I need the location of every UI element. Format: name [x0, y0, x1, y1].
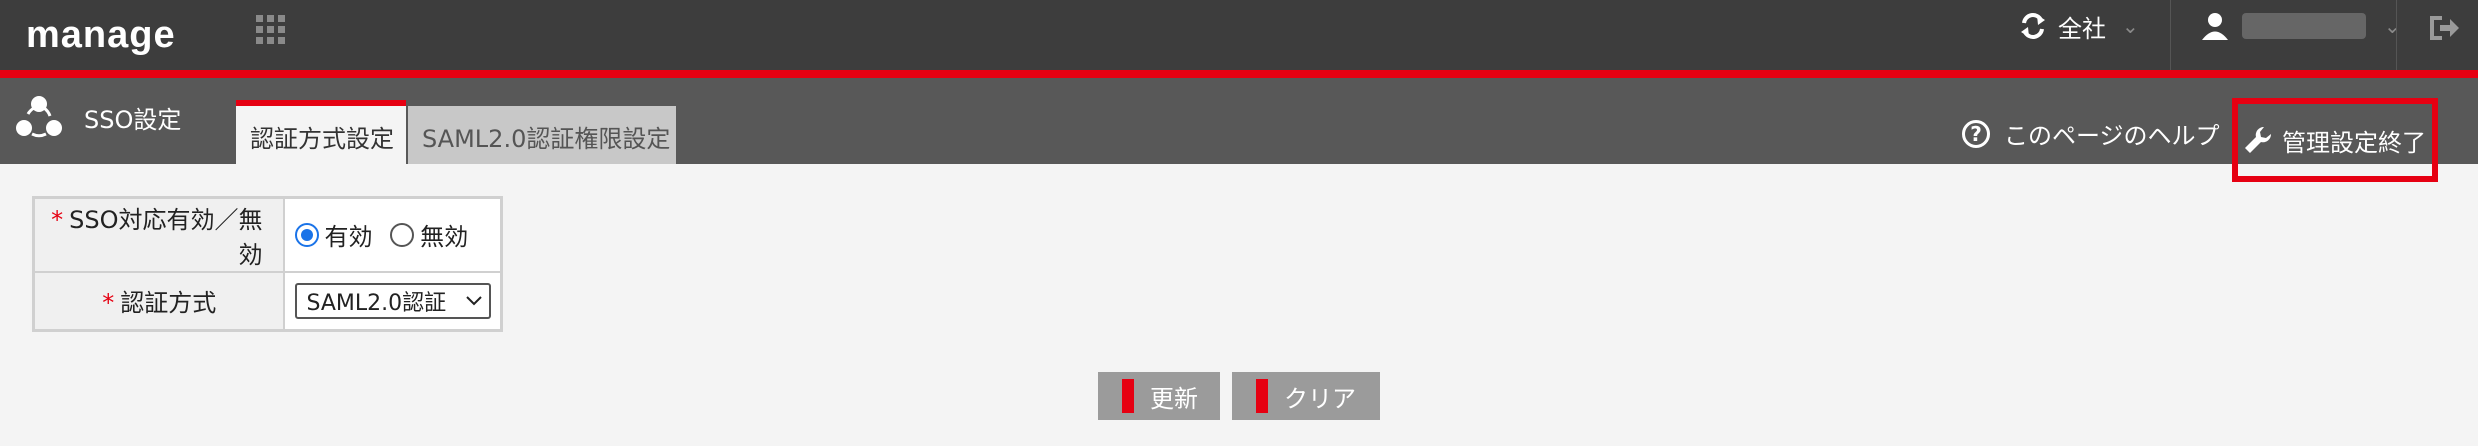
auth-method-select[interactable]: SAML2.0認証: [294, 282, 491, 319]
sso-enabled-label: SSO対応有効／無効: [69, 206, 263, 269]
sso-enabled-radio-group: 有効 無効: [282, 196, 503, 273]
chevron-down-icon: ⌄: [2122, 14, 2139, 38]
form-row-auth-method: * 認証方式 SAML2.0認証: [32, 271, 503, 331]
field-label: * SSO対応有効／無効: [32, 196, 285, 273]
chevron-down-icon: ⌄: [2384, 14, 2401, 38]
sso-share-icon: [16, 96, 62, 138]
apps-grid-icon[interactable]: [256, 15, 286, 45]
app-logo[interactable]: manage: [26, 8, 176, 62]
chevron-down-icon: [465, 296, 482, 306]
logout-icon[interactable]: [2426, 10, 2462, 46]
admin-settings-end-button[interactable]: 管理設定終了: [2232, 98, 2438, 182]
radio-label: 無効: [420, 223, 469, 252]
header-divider: [2396, 0, 2397, 70]
help-link[interactable]: ? このページのヘルプ: [1962, 116, 2220, 151]
required-mark: *: [51, 206, 64, 234]
header-accent-line: [0, 70, 2478, 78]
company-switcher[interactable]: 全社 ⌄: [2018, 6, 2139, 46]
auth-method-cell: SAML2.0認証: [282, 271, 503, 331]
radio-disabled[interactable]: 無効: [390, 217, 468, 252]
help-icon: ?: [1962, 119, 1990, 148]
update-label: 更新: [1150, 384, 1198, 413]
update-button[interactable]: 更新: [1098, 372, 1220, 420]
button-accent-mark: [1122, 379, 1134, 413]
admin-end-label: 管理設定終了: [2282, 128, 2426, 157]
button-accent-mark: [1256, 379, 1268, 413]
wrench-icon: [2245, 126, 2272, 153]
auth-method-value: SAML2.0認証: [306, 290, 447, 316]
field-label: * 認証方式: [32, 271, 285, 331]
tab-saml-permission[interactable]: SAML2.0認証権限設定: [408, 106, 676, 164]
page-title: SSO設定: [84, 106, 182, 134]
clear-label: クリア: [1284, 384, 1356, 413]
user-name: [2242, 13, 2366, 39]
help-label: このページのヘルプ: [2004, 122, 2220, 150]
form-row-sso-enabled: * SSO対応有効／無効 有効 無効: [32, 196, 503, 273]
sync-icon: [2021, 13, 2045, 39]
company-label: 全社: [2058, 14, 2106, 43]
user-menu[interactable]: ⌄: [2200, 6, 2401, 46]
auth-method-label: 認証方式: [120, 289, 217, 318]
required-mark: *: [102, 289, 115, 318]
radio-button[interactable]: [294, 222, 319, 247]
clear-button[interactable]: クリア: [1232, 372, 1380, 420]
sso-settings-form: * SSO対応有効／無効 有効 無効 * 認証方式 SAML2.0認証: [32, 196, 503, 332]
top-header: manage 全社 ⌄ ⌄: [0, 0, 2478, 70]
radio-button[interactable]: [390, 222, 415, 247]
tab-auth-method[interactable]: 認証方式設定: [236, 100, 406, 164]
radio-enabled[interactable]: 有効: [294, 217, 373, 252]
header-divider: [2170, 0, 2171, 70]
radio-label: 有効: [324, 223, 373, 252]
user-icon: [2202, 13, 2228, 40]
